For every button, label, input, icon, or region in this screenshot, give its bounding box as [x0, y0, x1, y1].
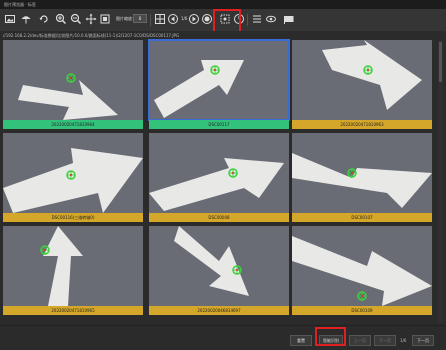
image-card[interactable]: 20220020046814697 — [149, 226, 289, 316]
image-icon[interactable] — [4, 13, 16, 25]
image-card[interactable]: DSC00109 — [292, 226, 432, 316]
toolbar-separator — [150, 14, 151, 26]
grid-view-icon[interactable] — [154, 13, 166, 25]
image-caption: DSC00117 — [149, 120, 289, 129]
image-thumbnail[interactable] — [292, 226, 432, 306]
window-title: 图片预览器 · 标签 — [0, 0, 446, 9]
move-icon[interactable] — [85, 13, 97, 25]
zoom-out-icon[interactable] — [70, 13, 82, 25]
image-thumbnail[interactable] — [292, 40, 432, 120]
next-page-button[interactable]: 下一页 — [374, 335, 396, 346]
umbrella-icon[interactable] — [20, 13, 32, 25]
image-thumbnail[interactable] — [149, 133, 289, 213]
flag-icon[interactable] — [283, 13, 295, 25]
rotate-icon[interactable] — [38, 13, 50, 25]
page-ratio: 1/6 — [181, 16, 188, 21]
toolbar-separator — [247, 14, 248, 26]
page-info: 1/6 — [400, 338, 407, 343]
image-card[interactable]: DSC00107 — [292, 133, 432, 223]
list-icon[interactable] — [251, 13, 263, 25]
fit-screen-icon[interactable] — [99, 13, 111, 25]
image-grid: 20220020471810964 DSC00117 202200204718109… — [3, 39, 436, 323]
image-thumbnail[interactable] — [292, 133, 432, 213]
image-card[interactable]: 20220020471810965 — [3, 226, 143, 316]
last-page-button[interactable]: 下一页 — [412, 335, 434, 346]
image-thumbnail[interactable] — [148, 39, 290, 121]
scrollbar-thumb[interactable] — [439, 42, 442, 82]
image-caption: 20220020471810963 — [292, 120, 432, 129]
image-thumbnail[interactable] — [3, 226, 143, 306]
prev-page-button[interactable]: 上一页 — [349, 335, 371, 346]
scrollbar[interactable] — [438, 40, 443, 323]
image-card[interactable]: DSC00008 — [149, 133, 289, 223]
record-icon[interactable] — [201, 13, 213, 25]
image-caption: 20220020046814697 — [149, 306, 289, 315]
prev-page-icon[interactable] — [167, 13, 179, 25]
reset-button[interactable]: 重置 — [290, 335, 312, 346]
image-caption: DSC00107 — [292, 213, 432, 222]
image-caption: 20220020471810964 — [3, 120, 143, 129]
file-path: //192.168.2.2/dev/标准数据/比较图片/10.0.0/路面标线(… — [0, 31, 446, 40]
image-thumbnail[interactable] — [3, 40, 143, 120]
bottom-bar: 重置 智能识别 上一页 下一页 1/6 下一页 — [0, 325, 446, 350]
image-caption: DSC00109 — [292, 306, 432, 315]
zoom-input[interactable]: 6 — [133, 14, 147, 23]
image-caption: DSC00008 — [149, 213, 289, 222]
image-thumbnail[interactable] — [3, 133, 143, 213]
image-card[interactable]: 20220020471810963 — [292, 40, 432, 130]
smart-recognize-button-highlight — [315, 327, 346, 346]
image-caption: DSC00116(三维转轴0) — [3, 213, 143, 222]
next-page-icon[interactable] — [188, 13, 200, 25]
image-caption: 20220020471810965 — [3, 306, 143, 315]
zoom-in-icon[interactable] — [55, 13, 67, 25]
view-icon[interactable] — [265, 13, 277, 25]
image-card[interactable]: 20220020471810964 — [3, 40, 143, 130]
image-thumbnail[interactable] — [149, 226, 289, 306]
image-card[interactable]: DSC00117 — [148, 39, 290, 130]
image-card[interactable]: DSC00116(三维转轴0) — [3, 133, 143, 223]
